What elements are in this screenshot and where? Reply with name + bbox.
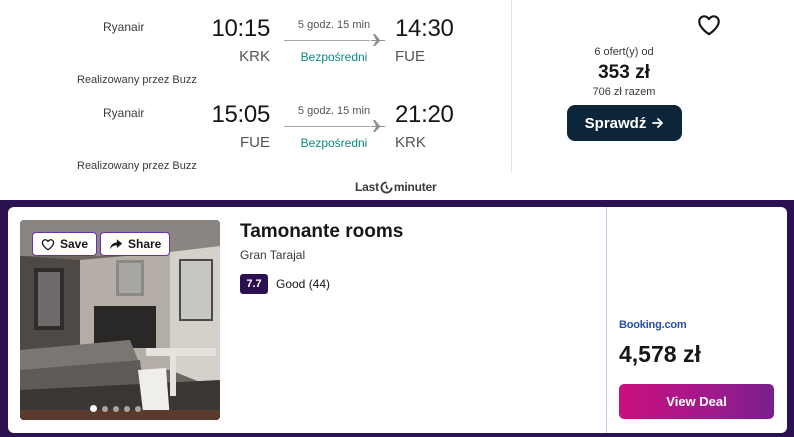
photo-dot[interactable]: [102, 405, 108, 412]
departure-time: 15:05: [211, 101, 270, 128]
photo-dot[interactable]: [135, 405, 141, 412]
arrival-airport-code: KRK: [395, 134, 426, 151]
hotel-price: 4,578 zł: [619, 341, 701, 367]
flight-price: 353 zł: [598, 62, 650, 83]
arrival-airport-code: FUE: [395, 48, 425, 65]
flight-duration: 5 godz. 15 min: [297, 19, 371, 31]
arrival-time: 14:30: [395, 15, 454, 42]
arrow-right-icon: [652, 118, 664, 128]
rating-text: Good (44): [276, 277, 331, 291]
save-button[interactable]: Save: [32, 232, 98, 256]
photo-dot[interactable]: [124, 405, 130, 412]
hotel-name[interactable]: Tamonante rooms: [240, 221, 403, 243]
logo-text-end: minuter: [393, 180, 437, 194]
departure-time: 10:15: [211, 15, 270, 42]
logo-text-start: Last: [355, 180, 379, 194]
lastminute-logo: Last minuter: [355, 179, 437, 195]
flight-leg-return: Ryanair 15:05 FUE 5 godz. 15 min Bezpośr…: [0, 86, 512, 172]
flight-total-price: 706 zł razem: [592, 86, 656, 98]
provider-logo: Booking.com: [619, 319, 687, 331]
airline-name: Ryanair: [103, 106, 145, 120]
departure-airport-code: KRK: [239, 48, 270, 65]
save-label: Save: [60, 237, 89, 251]
view-deal-label: View Deal: [666, 394, 727, 409]
flight-duration: 5 godz. 15 min: [297, 105, 371, 117]
heart-icon[interactable]: [696, 12, 722, 38]
card-divider: [606, 207, 607, 433]
route-line: [284, 40, 370, 41]
airline-name: Ryanair: [103, 20, 145, 34]
operated-by: Realizowany przez Buzz: [77, 74, 197, 86]
arrival-time: 21:20: [395, 101, 454, 128]
photo-pagination: [90, 405, 141, 412]
hotel-photo[interactable]: Save Share: [20, 220, 220, 420]
flight-result-card[interactable]: Ryanair 10:15 KRK 5 godz. 15 min Bezpośr…: [0, 0, 794, 200]
check-deal-label: Sprawdź: [584, 114, 647, 132]
hotel-location: Gran Tarajal: [240, 248, 306, 262]
heart-icon: [41, 238, 55, 250]
photo-dot[interactable]: [90, 405, 97, 412]
clock-icon: [380, 180, 393, 193]
photo-dot[interactable]: [113, 405, 119, 412]
share-arrow-icon: [109, 238, 123, 250]
view-deal-button[interactable]: View Deal: [619, 384, 774, 419]
route-line: [284, 126, 370, 127]
flight-leg-outbound: Ryanair 10:15 KRK 5 godz. 15 min Bezpośr…: [0, 0, 512, 86]
check-deal-button[interactable]: Sprawdź: [567, 105, 682, 141]
operated-by: Realizowany przez Buzz: [77, 160, 197, 172]
share-button[interactable]: Share: [100, 232, 171, 256]
departure-airport-code: FUE: [240, 134, 270, 151]
stops-label: Bezpośredni: [300, 136, 368, 150]
stops-label: Bezpośredni: [300, 50, 368, 64]
rating-score-badge: 7.7: [240, 274, 268, 294]
plane-icon: [371, 34, 386, 46]
share-label: Share: [128, 237, 162, 251]
plane-icon: [371, 120, 386, 132]
hotel-result-card[interactable]: Save Share Tamonante rooms Gran Tarajal …: [8, 207, 787, 433]
offers-count: 6 ofert(y) od: [594, 46, 654, 58]
